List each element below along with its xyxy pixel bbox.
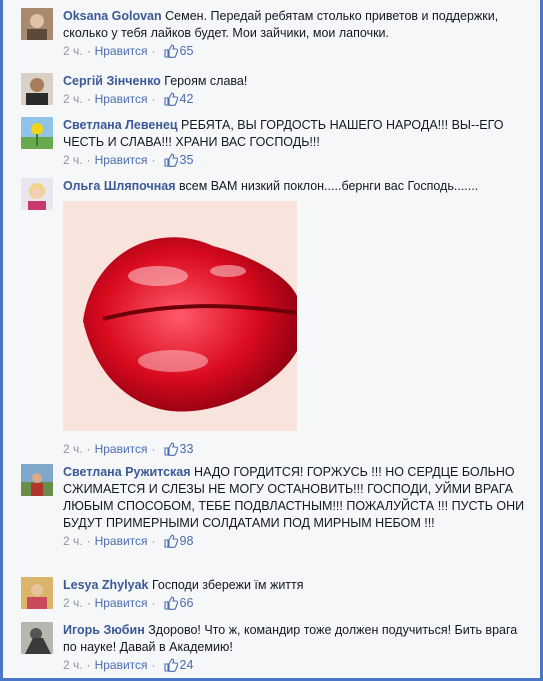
author-link[interactable]: Сергій Зінченко: [63, 74, 161, 88]
like-count[interactable]: 98: [180, 533, 194, 549]
thumbs-up-icon: [163, 442, 178, 456]
comment-text: Светлана Ружитская НАДО ГОРДИТСЯ! ГОРЖУС…: [63, 464, 532, 532]
like-button[interactable]: Нравится: [95, 152, 148, 168]
comment-meta: 2 ч. · Нравится · 65: [63, 43, 194, 59]
author-link[interactable]: Oksana Golovan: [63, 9, 162, 23]
like-button[interactable]: Нравится: [95, 595, 148, 611]
thumbs-up-icon: [163, 534, 178, 548]
like-button[interactable]: Нравится: [95, 91, 148, 107]
thumbs-up-icon: [163, 92, 178, 106]
like-button[interactable]: Нравится: [95, 43, 148, 59]
comment-message: Героям слава!: [164, 74, 248, 88]
timestamp[interactable]: 2 ч.: [63, 533, 83, 549]
author-link[interactable]: Lesya Zhylyak: [63, 578, 148, 592]
comment-meta: 2 ч. · Нравится · 98: [63, 533, 194, 549]
avatar[interactable]: [21, 464, 53, 496]
author-link[interactable]: Игорь Зюбин: [63, 623, 145, 637]
avatar[interactable]: [21, 8, 53, 40]
like-count[interactable]: 35: [180, 152, 194, 168]
like-count[interactable]: 65: [180, 43, 194, 59]
comment-meta: 2 ч. · Нравится · 33: [63, 441, 194, 457]
comment-meta: 2 ч. · Нравится · 35: [63, 152, 194, 168]
like-button[interactable]: Нравится: [95, 441, 148, 457]
like-count[interactable]: 66: [180, 595, 194, 611]
timestamp[interactable]: 2 ч.: [63, 152, 83, 168]
timestamp[interactable]: 2 ч.: [63, 441, 83, 457]
comment-text: Oksana Golovan Семен. Передай ребятам ст…: [63, 8, 532, 42]
comment-meta: 2 ч. · Нравится · 24: [63, 657, 194, 673]
author-link[interactable]: Светлана Левенец: [63, 118, 178, 132]
attached-photo[interactable]: [63, 201, 297, 431]
avatar[interactable]: [21, 73, 53, 105]
timestamp[interactable]: 2 ч.: [63, 43, 83, 59]
comment-text: Lesya Zhylyak Господи збережи їм життя: [63, 577, 532, 594]
comment-message: всем ВАМ низкий поклон.....бернги вас Го…: [179, 179, 479, 193]
avatar[interactable]: [21, 622, 53, 654]
thumbs-up-icon: [163, 658, 178, 672]
thumbs-up-icon: [163, 153, 178, 167]
timestamp[interactable]: 2 ч.: [63, 595, 83, 611]
like-count[interactable]: 24: [180, 657, 194, 673]
avatar[interactable]: [21, 178, 53, 210]
timestamp[interactable]: 2 ч.: [63, 91, 83, 107]
author-link[interactable]: Светлана Ружитская: [63, 465, 191, 479]
comment-text: Сергій Зінченко Героям слава!: [63, 73, 532, 90]
comment-text: Ольга Шляпочная всем ВАМ низкий поклон..…: [63, 178, 532, 195]
avatar[interactable]: [21, 577, 53, 609]
comment-meta: 2 ч. · Нравится · 42: [63, 91, 194, 107]
timestamp[interactable]: 2 ч.: [63, 657, 83, 673]
comment-message: Господи збережи їм життя: [151, 578, 304, 592]
comment-text: Игорь Зюбин Здорово! Что ж, командир тож…: [63, 622, 532, 656]
like-button[interactable]: Нравится: [95, 657, 148, 673]
like-button[interactable]: Нравится: [95, 533, 148, 549]
like-count[interactable]: 33: [180, 441, 194, 457]
thumbs-up-icon: [163, 596, 178, 610]
comments-panel: Oksana Golovan Семен. Передай ребятам ст…: [0, 0, 543, 681]
thumbs-up-icon: [163, 44, 178, 58]
author-link[interactable]: Ольга Шляпочная: [63, 179, 176, 193]
like-count[interactable]: 42: [180, 91, 194, 107]
comment-meta: 2 ч. · Нравится · 66: [63, 595, 194, 611]
comment-text: Светлана Левенец РЕБЯТА, ВЫ ГОРДОСТЬ НАШ…: [63, 117, 532, 151]
avatar[interactable]: [21, 117, 53, 149]
